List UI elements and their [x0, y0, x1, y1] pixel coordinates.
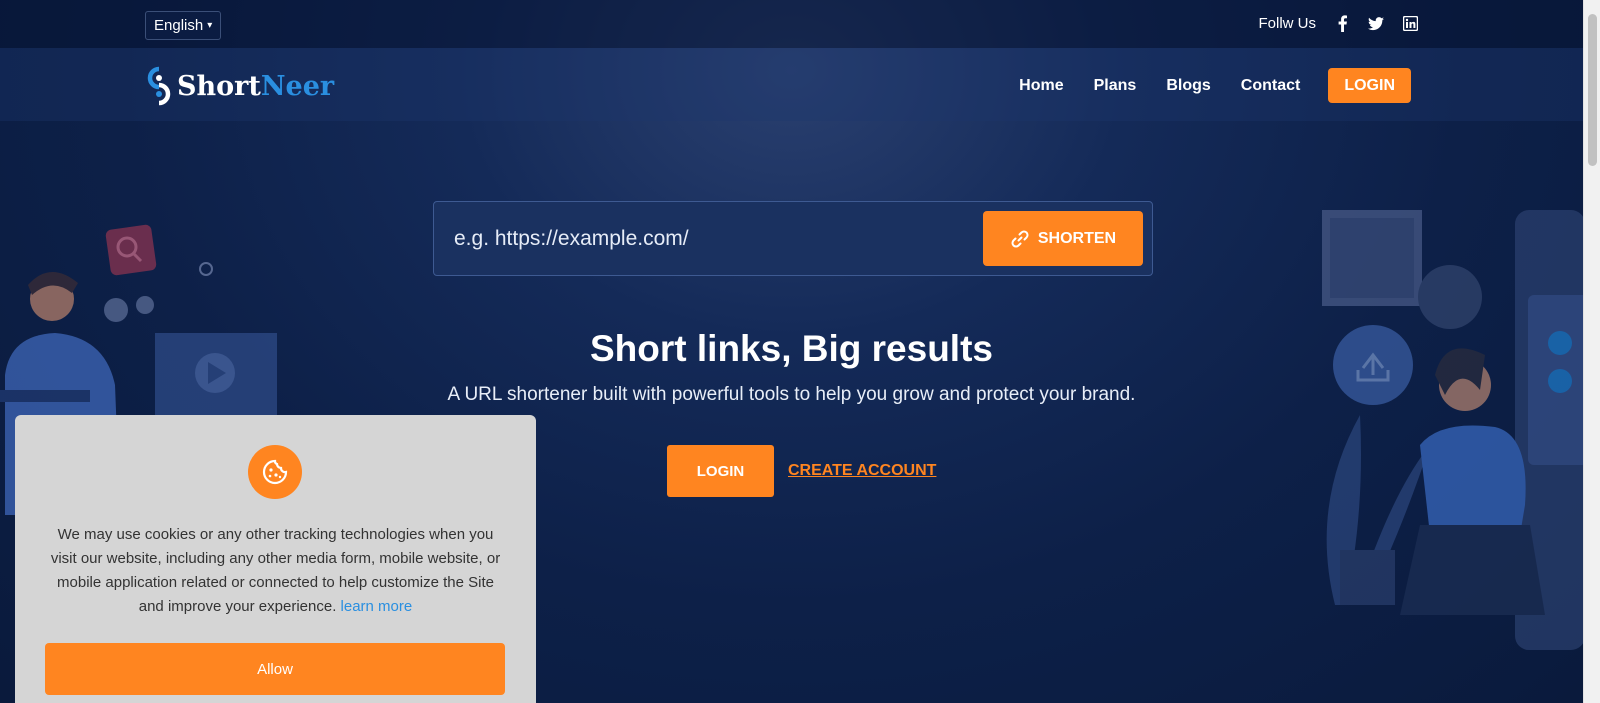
brand-name: ShortNeer [177, 71, 334, 102]
page-viewport: English ▾ Follw Us ShortNeer Home Plans … [0, 0, 1583, 703]
scrollbar-thumb[interactable] [1588, 14, 1597, 166]
create-account-link[interactable]: CREATE ACCOUNT [788, 462, 936, 480]
brand-name-part2: Neer [260, 70, 335, 102]
cookie-message: We may use cookies or any other tracking… [43, 523, 508, 619]
nav-login-button[interactable]: LOGIN [1328, 68, 1411, 103]
language-select[interactable]: English ▾ [145, 11, 221, 40]
cookie-text: We may use cookies or any other tracking… [50, 526, 501, 615]
page-scrollbar[interactable] [1583, 0, 1600, 703]
nav-plans[interactable]: Plans [1094, 77, 1137, 95]
nav-contact[interactable]: Contact [1241, 77, 1301, 95]
cookie-consent: We may use cookies or any other tracking… [15, 415, 536, 703]
twitter-icon[interactable] [1368, 16, 1384, 32]
logo-mark-icon [147, 66, 171, 106]
link-icon [1011, 229, 1029, 248]
main-nav: Home Plans Blogs Contact LOGIN [1019, 68, 1411, 103]
url-input[interactable] [454, 221, 954, 257]
facebook-icon[interactable] [1334, 15, 1350, 32]
hero-login-button[interactable]: LOGIN [667, 445, 774, 497]
hero-actions: LOGIN CREATE ACCOUNT [667, 445, 936, 497]
nav-home[interactable]: Home [1019, 77, 1063, 95]
chevron-down-icon: ▾ [207, 20, 213, 31]
hero-subtitle: A URL shortener built with powerful tool… [447, 384, 1136, 405]
linkedin-icon[interactable] [1402, 16, 1418, 32]
shorten-button-label: SHORTEN [1037, 229, 1117, 247]
follow-us-label: Follw Us [1258, 15, 1316, 32]
shorten-form: SHORTEN [433, 201, 1153, 276]
learn-more-link[interactable]: learn more [341, 598, 413, 615]
nav-blogs[interactable]: Blogs [1166, 77, 1210, 95]
language-value: English [154, 17, 204, 34]
right-illustration [1322, 210, 1583, 650]
brand-logo[interactable]: ShortNeer [143, 66, 334, 106]
brand-name-part1: Short [177, 70, 261, 102]
shorten-button[interactable]: SHORTEN [983, 211, 1143, 266]
allow-cookies-button[interactable]: Allow [45, 643, 505, 695]
cookie-icon [248, 445, 302, 499]
hero-title: Short links, Big results [590, 328, 993, 369]
follow-us: Follw Us [1258, 15, 1418, 32]
